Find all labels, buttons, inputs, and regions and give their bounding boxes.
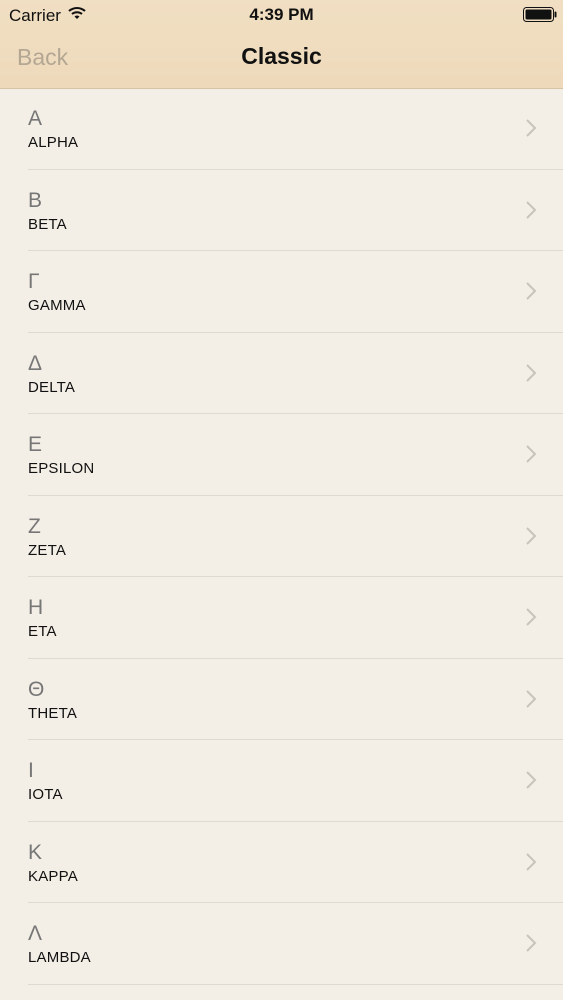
greek-letter: Ε xyxy=(28,433,43,456)
chevron-right-icon xyxy=(525,118,537,143)
list-item-delta[interactable]: Δ DELTA xyxy=(0,333,563,415)
list-item-iota[interactable]: Ι IOTA xyxy=(0,740,563,822)
greek-letter: Ι xyxy=(28,759,34,782)
greek-letter: Β xyxy=(28,188,43,212)
chevron-right-icon xyxy=(525,281,537,306)
letter-name: DELTA xyxy=(28,378,76,396)
chevron-right-icon xyxy=(525,444,537,469)
letter-name: IOTA xyxy=(28,786,63,803)
greek-letter: Λ xyxy=(28,922,43,945)
list-item-lambda[interactable]: Λ LAMBDA xyxy=(0,903,563,985)
chevron-right-icon xyxy=(525,363,537,388)
screen: Carrier 4:39 PM Back Classic Α ALPHA Β B… xyxy=(0,0,563,1000)
letter-name: EPSILON xyxy=(28,460,95,477)
navigation-header: Carrier 4:39 PM Back Classic xyxy=(0,0,563,89)
letter-name: LAMBDA xyxy=(28,949,91,966)
chevron-right-icon xyxy=(525,689,537,714)
chevron-right-icon xyxy=(525,770,537,795)
letter-name: BETA xyxy=(28,215,67,233)
chevron-right-icon xyxy=(525,933,537,958)
battery-icon xyxy=(523,7,557,27)
greek-letter: Θ xyxy=(28,677,45,701)
list-item-epsilon[interactable]: Ε EPSILON xyxy=(0,414,563,496)
greek-letter: Η xyxy=(28,596,44,619)
list-item-gamma[interactable]: Γ GAMMA xyxy=(0,251,563,333)
greek-letter: Ζ xyxy=(28,514,41,538)
chevron-right-icon xyxy=(525,852,537,877)
chevron-right-icon xyxy=(525,526,537,551)
letter-name: ZETA xyxy=(28,541,67,559)
list-item-alpha[interactable]: Α ALPHA xyxy=(0,88,563,170)
list-item-kappa[interactable]: Κ KAPPA xyxy=(0,822,563,904)
list-item-eta[interactable]: Η ETA xyxy=(0,577,563,659)
letter-name: GAMMA xyxy=(28,297,86,314)
letter-name: ETA xyxy=(28,623,57,640)
letter-name: KAPPA xyxy=(28,867,78,885)
greek-letter: Α xyxy=(28,107,43,130)
list-item-zeta[interactable]: Ζ ZETA xyxy=(0,496,563,578)
status-bar: Carrier 4:39 PM xyxy=(0,0,563,28)
letter-list: Α ALPHA Β BETA Γ GAMMA Δ DELTA Ε EPSILON… xyxy=(0,88,563,985)
chevron-right-icon xyxy=(525,200,537,225)
letter-name: THETA xyxy=(28,704,78,722)
status-time: 4:39 PM xyxy=(249,5,314,24)
page-title: Classic xyxy=(241,43,322,69)
greek-letter: Δ xyxy=(28,351,43,375)
greek-letter: Κ xyxy=(28,840,43,864)
list-item-beta[interactable]: Β BETA xyxy=(0,170,563,252)
letter-name: ALPHA xyxy=(28,134,79,151)
greek-letter: Γ xyxy=(28,270,40,293)
chevron-right-icon xyxy=(525,607,537,632)
list-item-theta[interactable]: Θ THETA xyxy=(0,659,563,741)
